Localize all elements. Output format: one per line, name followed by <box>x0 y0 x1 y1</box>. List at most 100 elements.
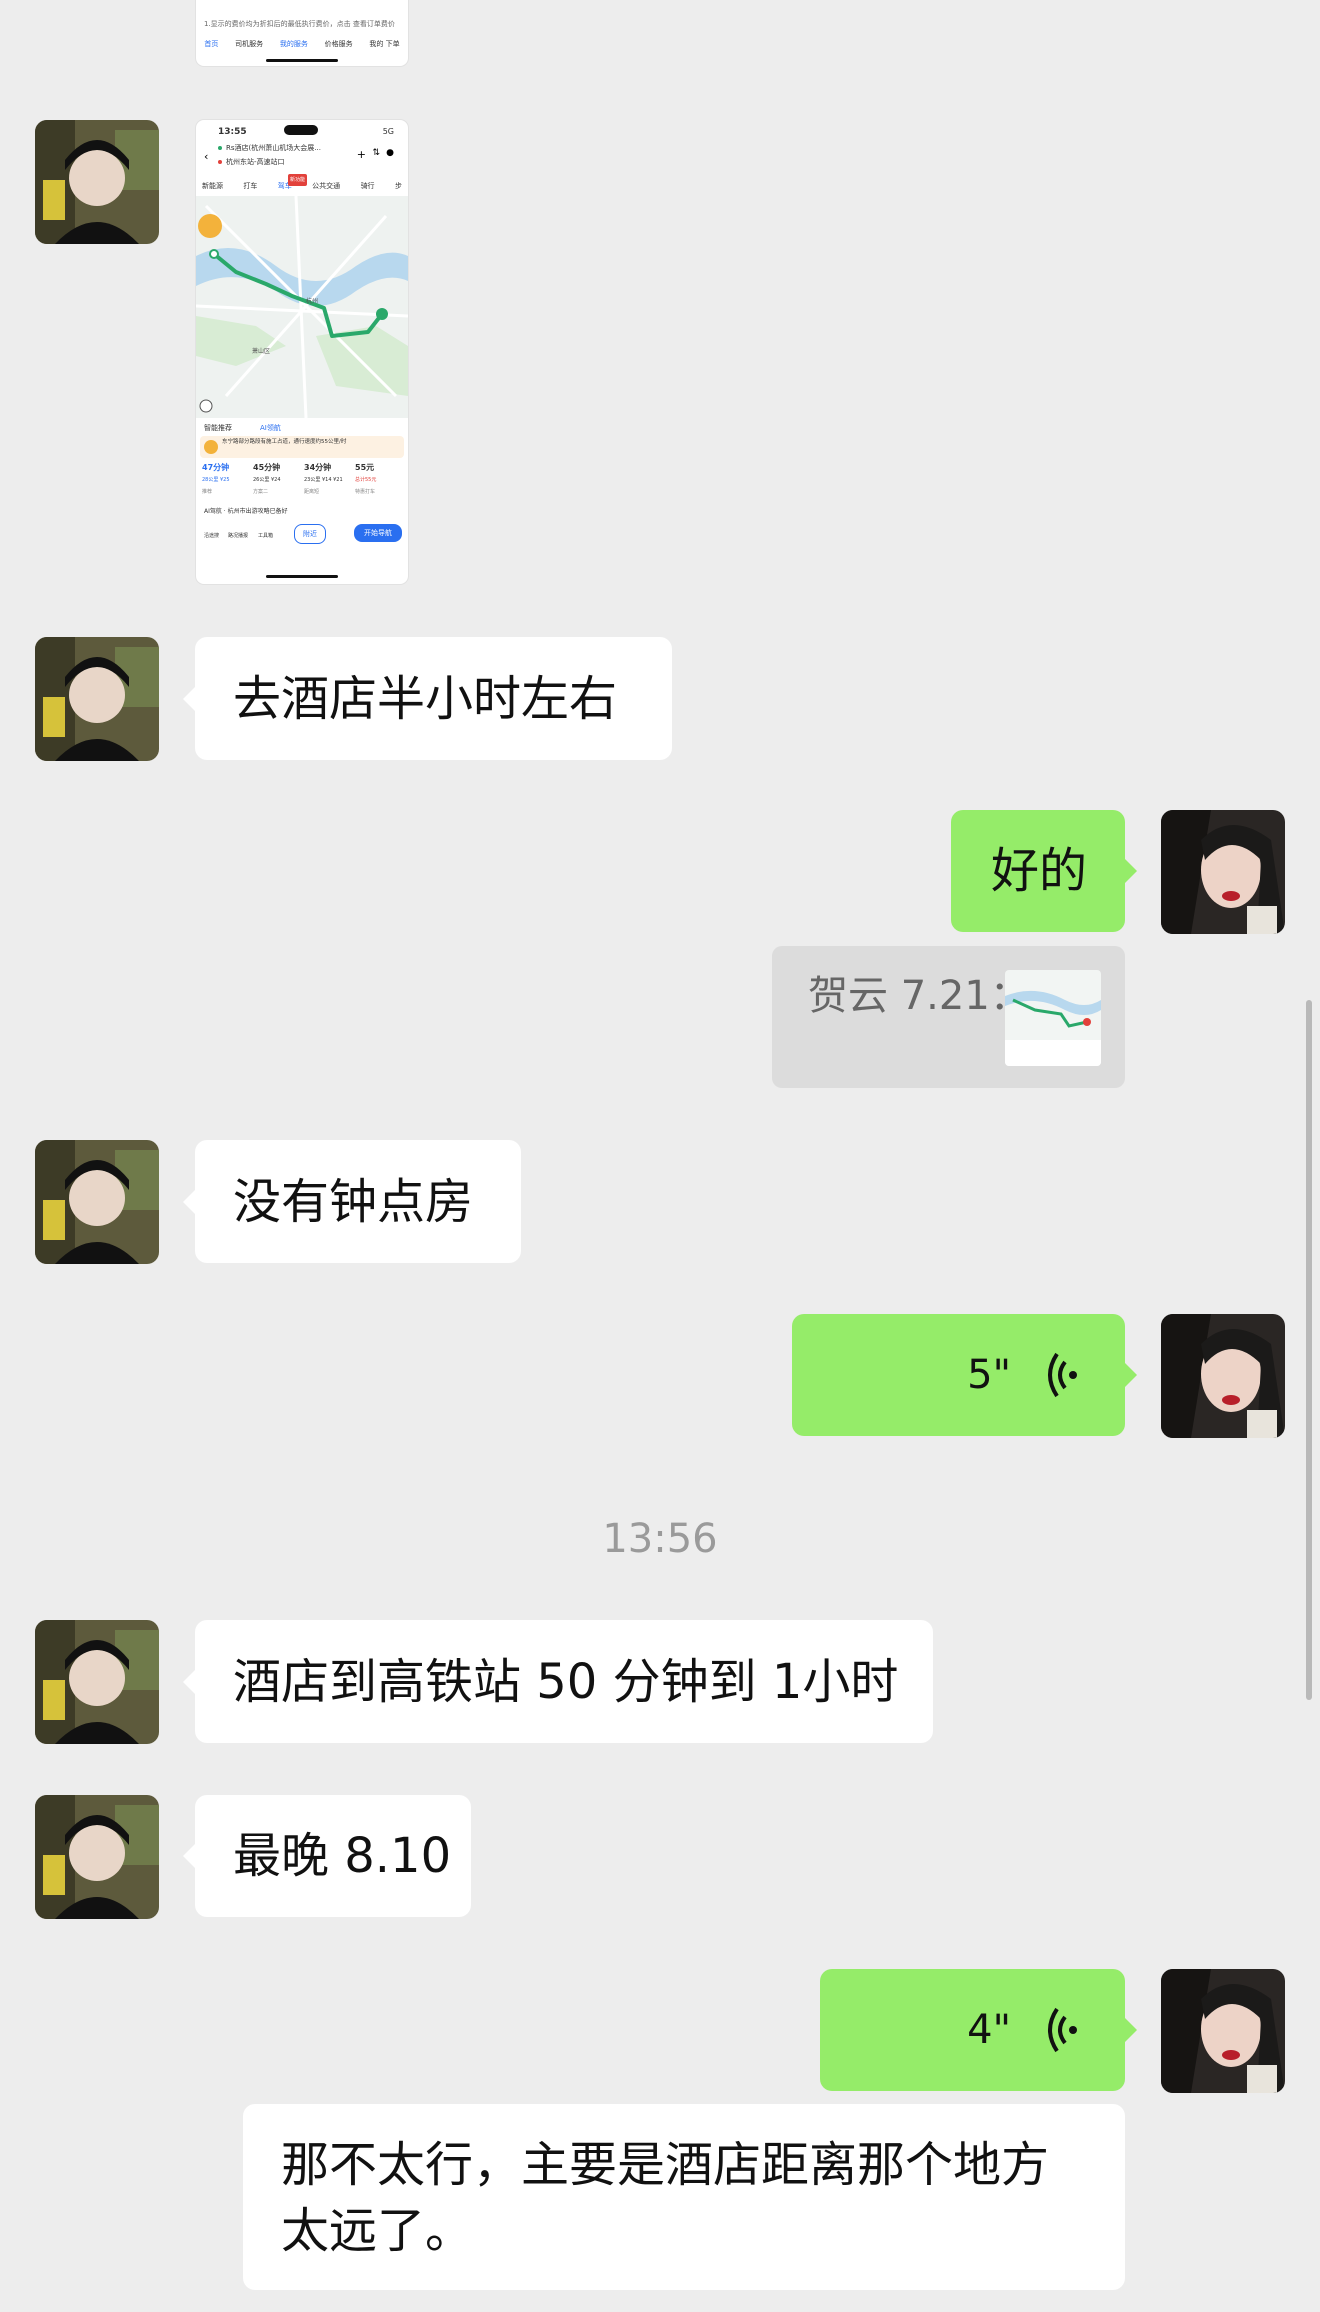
message-bubble-incoming[interactable]: 没有钟点房 <box>183 1140 521 1263</box>
quoted-map-thumbnail[interactable] <box>1005 970 1101 1066</box>
traffic-broadcast-icon[interactable]: 路况播报 <box>228 530 248 542</box>
mic-icon[interactable]: ● <box>386 148 394 158</box>
partial-nav: 首页 司机服务 我的服务 价格服务 我的 下单 <box>196 38 408 50</box>
bubble-tail <box>183 1843 196 1869</box>
route-time: 45分钟 <box>253 463 281 472</box>
voice-message-outgoing[interactable]: 5" <box>792 1314 1137 1436</box>
swap-icon[interactable]: ⇅ <box>372 148 380 158</box>
tab-walk[interactable]: 步 <box>395 180 402 194</box>
transcription-line: 太远了。 <box>281 2203 474 2259</box>
bubble-tail <box>183 1668 196 1695</box>
route-search-box[interactable]: ‹ Rs酒店(杭州萧山机场大会展... 杭州东站-高速站口 + ⇅ ● <box>204 142 400 178</box>
search-along-icon[interactable]: 沿途搜 <box>204 530 219 542</box>
tab-taxi[interactable]: 打车 <box>243 180 257 194</box>
map-bottom-bar: 沿途搜 路况播报 工具箱 附近 开始导航 <box>200 520 404 544</box>
message-bubble-outgoing[interactable]: 好的 <box>951 810 1137 932</box>
message-text: 最晚 8.10 <box>233 1828 452 1884</box>
message-bubble-incoming[interactable]: 酒店到高铁站 50 分钟到 1小时 <box>183 1620 933 1743</box>
route-to[interactable]: 杭州东站-高速站口 <box>226 156 285 168</box>
map-screenshot[interactable]: 13:55 5G ‹ Rs酒店(杭州萧山机场大会展... 杭州东站-高速站口 +… <box>196 120 408 584</box>
route-sub: 23公里 ¥14 ¥21 <box>304 477 343 483</box>
route-time: 34分钟 <box>304 463 332 472</box>
route-option[interactable]: 47分钟 28公里 ¥25 推荐 <box>200 460 251 504</box>
route-tag: 特惠打车 <box>355 489 376 495</box>
avatar-contact[interactable] <box>35 1620 159 1744</box>
partial-nav-item: 我的服务 <box>279 40 308 48</box>
route-sub: 总计55元 <box>355 477 377 483</box>
transcription-line: 那不太行，主要是酒店距离那个地方 <box>281 2137 1050 2193</box>
partial-nav-item: 司机服务 <box>235 40 264 48</box>
origin-dot-icon <box>218 146 222 150</box>
route-tag: 距离短 <box>304 489 320 495</box>
ai-nav-label[interactable]: AI领航 <box>260 422 281 434</box>
route-time: 55元 <box>355 463 375 472</box>
avatar-contact[interactable] <box>35 637 159 761</box>
avatar-self[interactable] <box>1161 1969 1285 2093</box>
partial-nav-item: 我的 下单 <box>369 40 400 48</box>
route-sub: 28公里 ¥25 <box>202 477 230 483</box>
route-option[interactable]: 34分钟 23公里 ¥14 ¥21 距离短 <box>302 460 353 504</box>
bubble-tail <box>183 685 196 712</box>
plus-icon[interactable]: + <box>357 148 366 161</box>
route-option[interactable]: 55元 总计55元 特惠打车 <box>353 460 404 504</box>
route-tag: 推荐 <box>202 489 213 495</box>
tab-ride[interactable]: 骑行 <box>361 180 375 194</box>
avatar-contact[interactable] <box>35 120 159 244</box>
home-indicator <box>266 575 338 578</box>
message-text: 好的 <box>990 843 1087 899</box>
avatar-self[interactable] <box>1161 810 1285 934</box>
route-from[interactable]: Rs酒店(杭州萧山机场大会展... <box>226 142 321 154</box>
tab-transit[interactable]: 公共交通 <box>312 180 340 194</box>
message-bubble-incoming[interactable]: 去酒店半小时左右 <box>183 637 672 760</box>
message-text: 没有钟点房 <box>233 1173 474 1230</box>
toolbox-icon[interactable]: 工具箱 <box>258 530 273 542</box>
message-text: 去酒店半小时左右 <box>233 670 618 727</box>
map-place-label: 杭州 <box>306 298 319 305</box>
partial-text: 1.显示的费价均为折扣后的最低执行费价，点击 查看订单费价 <box>204 20 395 28</box>
partial-nav-item: 首页 <box>204 40 219 48</box>
route-map[interactable]: 杭州 萧山区 <box>196 195 408 419</box>
quoted-message[interactable]: 贺云 7.21： <box>772 946 1125 1088</box>
voice-wave-icon[interactable] <box>1047 2005 1087 2055</box>
destination-dot-icon <box>218 160 222 164</box>
message-text: 酒店到高铁站 50 分钟到 1小时 <box>233 1653 899 1710</box>
bubble-tail <box>1124 1362 1137 1388</box>
footer-note: AI驾航 · 杭州市出游攻略已备好 <box>204 508 288 515</box>
traffic-notice[interactable]: 东宁路部分路段有施工占道，通行速度约55公里/时 <box>200 436 404 458</box>
bubble-tail <box>1124 858 1137 884</box>
partial-nav-item: 价格服务 <box>324 40 353 48</box>
shared-screenshot-partial[interactable]: 1.显示的费价均为折扣后的最低执行费价，点击 查看订单费价 首页 司机服务 我的… <box>196 0 408 66</box>
notice-text: 东宁路部分路段有施工占道，通行速度约55公里/时 <box>222 439 347 445</box>
avatar-self[interactable] <box>1161 1314 1285 1438</box>
warning-icon <box>204 440 218 454</box>
back-arrow-icon[interactable]: ‹ <box>204 150 208 163</box>
tab-new-energy[interactable]: 新能源 <box>202 180 223 194</box>
dynamic-island <box>284 125 318 135</box>
map-place-label: 萧山区 <box>252 348 271 355</box>
route-tag: 方案二 <box>253 489 269 495</box>
status-time: 13:55 <box>218 127 247 137</box>
route-time: 47分钟 <box>202 463 230 472</box>
voice-wave-icon[interactable] <box>1047 1350 1087 1400</box>
avatar-contact[interactable] <box>35 1140 159 1264</box>
new-feature-badge: 新功能 <box>288 174 308 186</box>
voice-message-outgoing[interactable]: 4" <box>820 1969 1137 2091</box>
bubble-tail <box>1124 2017 1137 2043</box>
bubble-tail <box>183 1188 196 1215</box>
route-options: 47分钟 28公里 ¥25 推荐 45分钟 26公里 ¥24 方案二 34分钟 … <box>200 460 404 504</box>
route-option[interactable]: 45分钟 26公里 ¥24 方案二 <box>251 460 302 504</box>
chat-timestamp: 13:56 <box>602 1516 718 1562</box>
chat-scrollbar[interactable] <box>1306 1000 1312 1700</box>
voice-duration: 4" <box>967 2007 1011 2053</box>
route-sub: 26公里 ¥24 <box>253 477 281 483</box>
status-signal: 5G <box>382 127 394 136</box>
start-nav-button[interactable]: 开始导航 <box>354 524 402 542</box>
message-bubble-incoming[interactable]: 最晚 8.10 <box>183 1795 471 1917</box>
nearby-button[interactable]: 附近 <box>294 524 326 544</box>
quoted-text: 贺云 7.21： <box>808 973 1030 1019</box>
home-indicator <box>266 59 338 62</box>
avatar-contact[interactable] <box>35 1795 159 1919</box>
smart-recommend[interactable]: 智能推荐 <box>204 422 232 434</box>
voice-duration: 5" <box>967 1352 1011 1398</box>
voice-transcription[interactable]: 那不太行，主要是酒店距离那个地方 太远了。 <box>243 2104 1125 2290</box>
